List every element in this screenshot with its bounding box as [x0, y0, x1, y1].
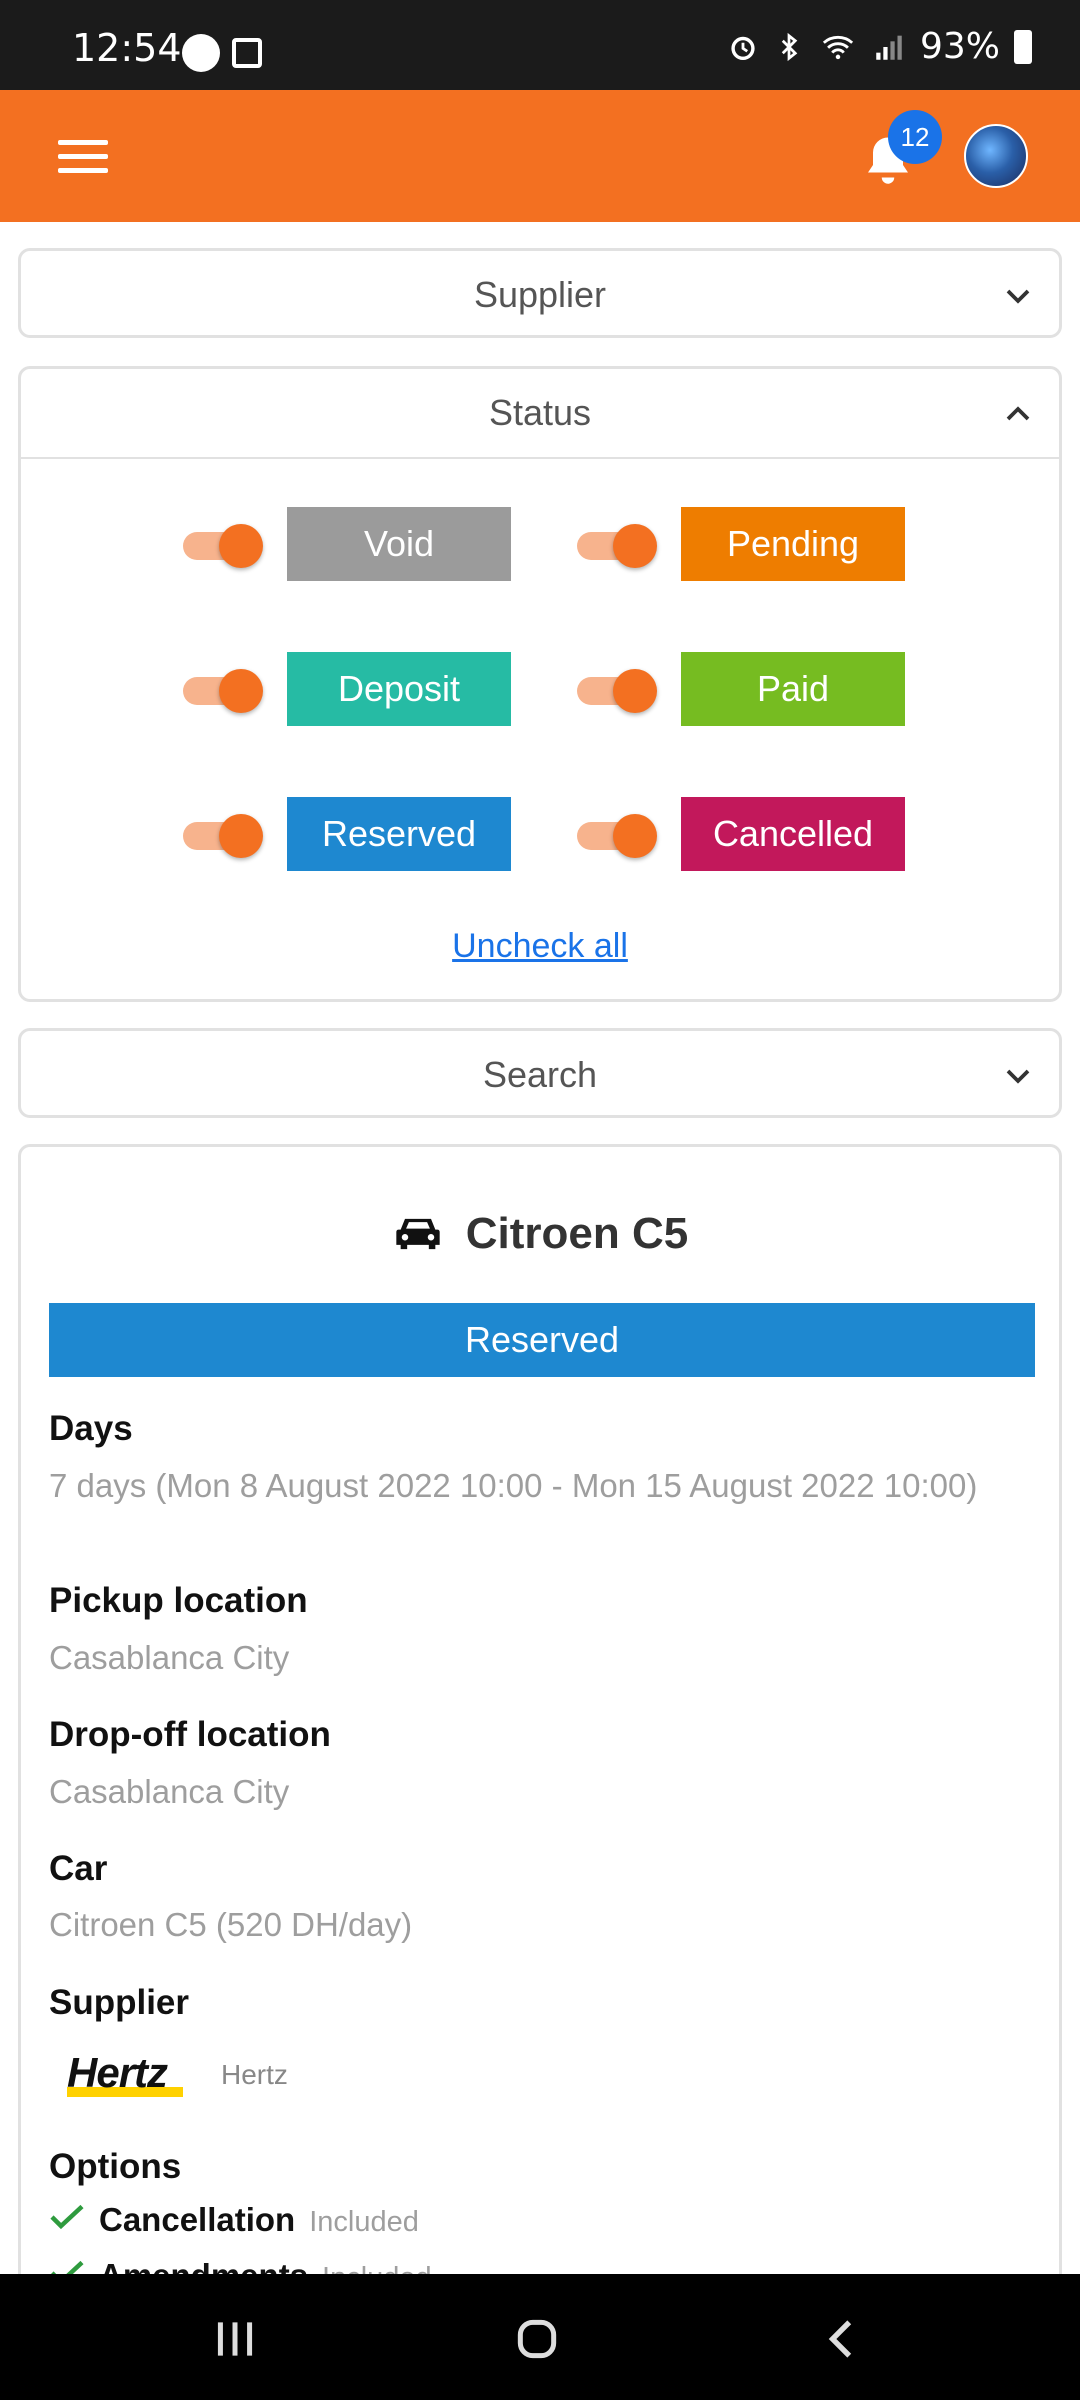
search-filter-label: Search	[482, 1054, 598, 1095]
booking-card[interactable]: Citroen C5 Reserved Days 7 days (Mon 8 A…	[18, 1144, 1062, 2274]
reserved-toggle[interactable]	[179, 814, 265, 858]
gallery-notification-icon	[232, 38, 262, 68]
option-name: Amendments	[99, 2257, 308, 2274]
dropoff-location-value: Casablanca City	[49, 1773, 290, 1810]
car-value: Citroen C5 (520 DH/day)	[49, 1906, 413, 1943]
void-chip: Void	[287, 507, 511, 581]
pickup-location-value: Casablanca City	[49, 1639, 290, 1676]
status-icons: 93%	[726, 26, 1032, 67]
paid-toggle[interactable]	[573, 669, 659, 713]
status-filter-reserved: Reserved	[179, 797, 511, 871]
car-title: Citroen C5	[465, 1209, 689, 1258]
pending-toggle[interactable]	[573, 524, 659, 568]
battery-percent: 93%	[919, 26, 1000, 67]
status-filter-deposit: Deposit	[179, 652, 511, 726]
car-icon	[396, 1218, 440, 1250]
option-value: Included	[322, 2262, 432, 2274]
chevron-down-icon	[1006, 289, 1030, 304]
status-filter-panel: Status Void Pending Deposit Paid Reserve…	[18, 366, 1062, 1002]
chevron-up-icon	[1006, 406, 1030, 421]
pending-chip: Pending	[681, 507, 905, 581]
menu-icon[interactable]	[58, 140, 108, 174]
deposit-toggle[interactable]	[179, 669, 265, 713]
wifi-icon	[822, 35, 854, 59]
option-value: Included	[309, 2206, 419, 2238]
cancelled-toggle[interactable]	[573, 814, 659, 858]
search-filter-panel: Search	[18, 1028, 1062, 1118]
recent-apps-icon[interactable]	[210, 2314, 260, 2364]
booking-status-banner: Reserved	[49, 1303, 1035, 1377]
option-item: Cancellation Included	[49, 2201, 419, 2239]
bluetooth-icon	[781, 32, 798, 61]
chevron-down-icon	[1006, 1069, 1030, 1084]
option-name: Cancellation	[99, 2201, 296, 2238]
check-icon	[50, 2204, 84, 2230]
days-value: 7 days (Mon 8 August 2022 10:00 - Mon 15…	[49, 1467, 978, 1504]
paid-chip: Paid	[681, 652, 905, 726]
status-filter-cancelled: Cancelled	[573, 797, 905, 871]
void-toggle[interactable]	[179, 524, 265, 568]
battery-icon	[1014, 29, 1032, 64]
panel-divider	[21, 457, 1059, 459]
supplier-filter-label: Supplier	[473, 274, 607, 315]
status-filter-pending: Pending	[573, 507, 905, 581]
supplier-logo: Hertz	[67, 2049, 191, 2097]
user-avatar[interactable]	[964, 124, 1028, 188]
status-filter-void: Void	[179, 507, 511, 581]
cancelled-chip: Cancelled	[681, 797, 905, 871]
status-filter-paid: Paid	[573, 652, 905, 726]
status-filter-header[interactable]: Status	[21, 369, 1059, 457]
signal-icon	[876, 35, 902, 60]
back-icon[interactable]	[818, 2314, 868, 2364]
dropoff-location-label: Drop-off location	[49, 1715, 331, 1754]
notification-badge: 12	[888, 110, 942, 164]
supplier-filter-header[interactable]: Supplier	[21, 251, 1059, 339]
app-notification-icon	[182, 34, 220, 72]
clock: 12:54	[72, 26, 182, 70]
pickup-location-label: Pickup location	[49, 1581, 308, 1620]
days-label: Days	[49, 1409, 133, 1448]
check-icon	[51, 2260, 84, 2274]
options-label: Options	[49, 2147, 182, 2186]
home-icon[interactable]	[512, 2314, 562, 2364]
booking-card-title: Citroen C5	[21, 1209, 1059, 1259]
system-status-bar: 12:54 93%	[0, 0, 1080, 90]
supplier-label: Supplier	[49, 1983, 190, 2022]
deposit-chip: Deposit	[287, 652, 511, 726]
app-header: 12	[0, 90, 1080, 222]
option-item: Amendments Included	[49, 2257, 432, 2274]
car-label: Car	[49, 1849, 108, 1888]
system-navigation-bar	[0, 2274, 1080, 2400]
reserved-chip: Reserved	[287, 797, 511, 871]
supplier-filter-panel: Supplier	[18, 248, 1062, 338]
alarm-icon	[731, 36, 755, 60]
supplier-name: Hertz	[221, 2059, 288, 2090]
uncheck-all-link[interactable]: Uncheck all	[21, 927, 1059, 966]
status-filter-label: Status	[488, 392, 592, 433]
search-filter-header[interactable]: Search	[21, 1031, 1059, 1119]
